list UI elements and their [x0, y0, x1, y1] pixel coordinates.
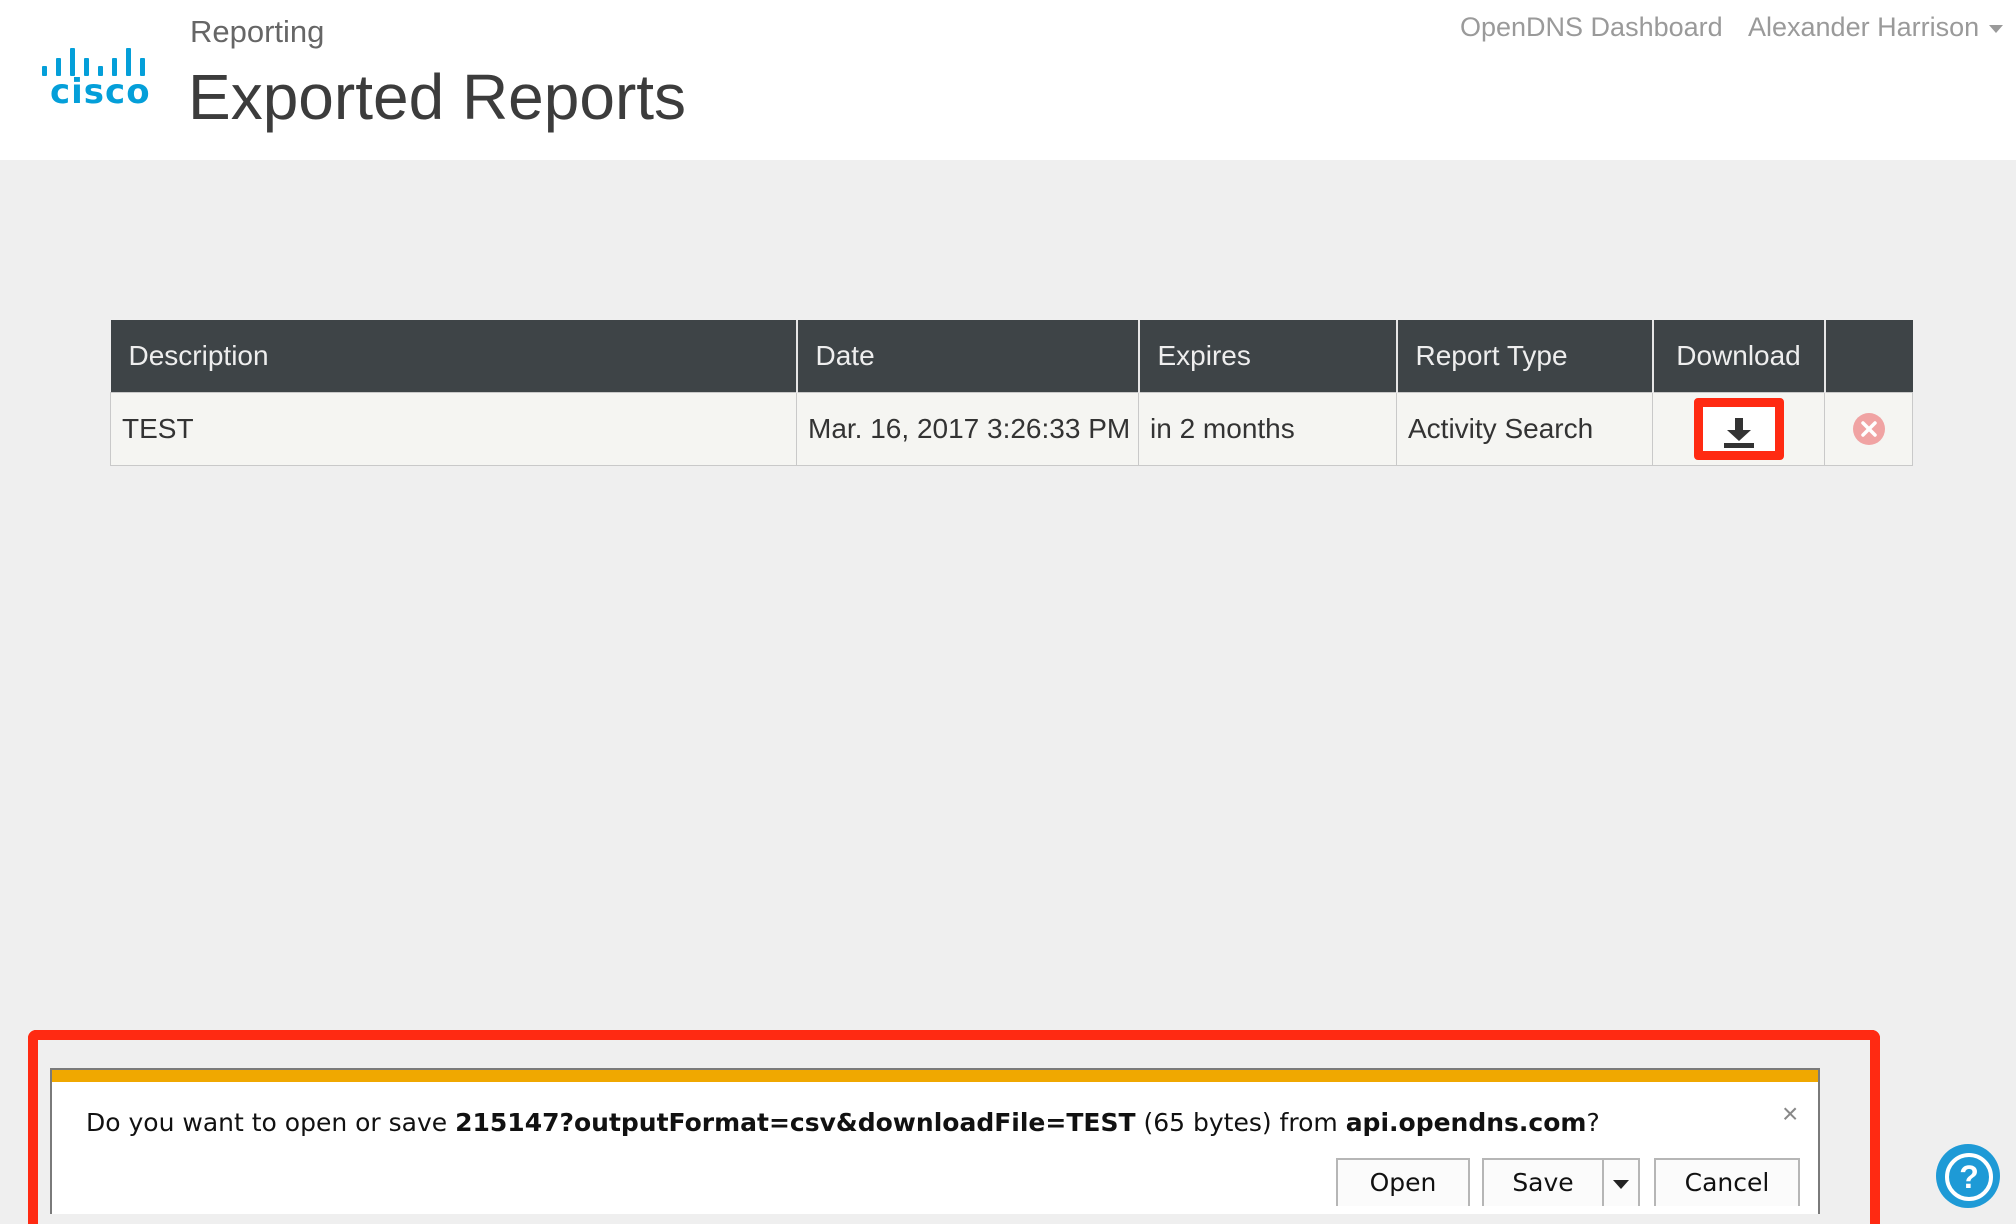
- column-header-expires[interactable]: Expires: [1138, 320, 1398, 393]
- column-header-report-type[interactable]: Report Type: [1396, 320, 1654, 393]
- chevron-down-icon: [1613, 1179, 1629, 1189]
- cell-report-type: Activity Search: [1396, 392, 1653, 466]
- section-label: Reporting: [190, 14, 325, 49]
- page-header: cisco Reporting Exported Reports OpenDNS…: [0, 0, 2016, 160]
- column-header-date[interactable]: Date: [796, 320, 1140, 393]
- user-name: Alexander Harrison: [1748, 12, 1980, 42]
- cisco-logo-bars: [40, 42, 152, 76]
- cisco-logo[interactable]: cisco: [40, 42, 152, 112]
- download-button[interactable]: [1693, 398, 1784, 460]
- chevron-down-icon: [1989, 24, 2004, 33]
- page-title: Exported Reports: [188, 61, 687, 133]
- download-prompt-message: Do you want to open or save 215147?outpu…: [86, 1108, 1600, 1137]
- user-menu[interactable]: Alexander Harrison: [1748, 12, 2004, 43]
- cell-download: [1652, 392, 1825, 466]
- column-header-download: Download: [1652, 320, 1826, 393]
- download-filename: 215147?outputFormat=csv&downloadFile=TES…: [455, 1108, 1136, 1137]
- download-notification-bar: Do you want to open or save 215147?outpu…: [50, 1068, 1820, 1214]
- cell-delete: [1824, 392, 1913, 466]
- column-header-description[interactable]: Description: [110, 320, 798, 393]
- open-button[interactable]: Open: [1336, 1158, 1470, 1206]
- download-icon: [1723, 418, 1754, 448]
- table-row: TEST Mar. 16, 2017 3:26:33 PM in 2 month…: [110, 392, 1913, 466]
- save-options-button[interactable]: [1602, 1158, 1640, 1206]
- table-header-row: Description Date Expires Report Type Dow…: [110, 320, 1913, 393]
- download-host: api.opendns.com: [1345, 1108, 1587, 1137]
- cell-date: Mar. 16, 2017 3:26:33 PM: [796, 392, 1139, 466]
- help-icon: ?: [1945, 1153, 1993, 1201]
- opendns-dashboard-link[interactable]: OpenDNS Dashboard: [1460, 12, 1723, 43]
- help-button[interactable]: ?: [1936, 1144, 2000, 1208]
- cancel-button[interactable]: Cancel: [1654, 1158, 1800, 1206]
- save-button[interactable]: Save: [1482, 1158, 1604, 1206]
- notification-stripe: [52, 1070, 1818, 1082]
- cell-expires: in 2 months: [1138, 392, 1397, 466]
- cell-description: TEST: [110, 392, 797, 466]
- column-header-actions: [1824, 320, 1913, 393]
- close-icon[interactable]: ×: [1782, 1098, 1798, 1130]
- exported-reports-table: Description Date Expires Report Type Dow…: [110, 320, 1913, 466]
- cisco-logo-text: cisco: [50, 72, 151, 112]
- close-circle-icon[interactable]: [1852, 412, 1886, 446]
